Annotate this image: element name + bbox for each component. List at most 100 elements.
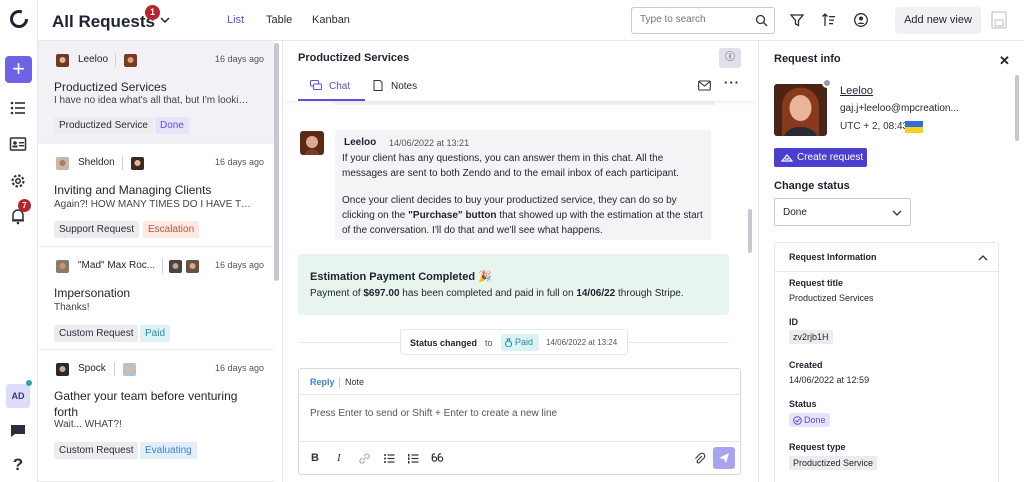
list-icon[interactable]	[9, 99, 27, 117]
list-item[interactable]: Spock 16 days ago Gather your team befor…	[38, 350, 274, 482]
request-date: 16 days ago	[214, 54, 264, 64]
mail-icon[interactable]	[698, 80, 711, 91]
contacts-icon[interactable]	[9, 135, 27, 153]
message-text: If your client has any questions, you ca…	[342, 153, 679, 179]
status-change-event: Status changed to Paid 14/06/2022 at 13:…	[400, 329, 628, 355]
left-rail: + 7 AD ?	[0, 0, 38, 482]
divider	[122, 156, 123, 170]
attachment-icon[interactable]	[693, 452, 706, 465]
field-value: Productized Service	[789, 456, 878, 470]
divider	[162, 259, 163, 273]
tab-table[interactable]: Table	[266, 14, 292, 26]
request-preview: Thanks!	[54, 302, 90, 313]
avatar	[124, 54, 137, 67]
info-icon[interactable]: ⓘ	[719, 48, 741, 68]
close-icon[interactable]: ✕	[999, 53, 1010, 69]
tab-list[interactable]: List	[227, 14, 244, 26]
more-icon[interactable]: ···	[724, 75, 740, 90]
chat-panel: got it. What happens next? Productized S…	[283, 41, 758, 482]
chevron-up-icon[interactable]	[978, 253, 988, 263]
notification-badge: 7	[18, 199, 31, 212]
gear-icon[interactable]	[9, 172, 27, 190]
type-tag: Productized Service	[54, 117, 153, 134]
presence-indicator	[822, 78, 832, 88]
tab-kanban[interactable]: Kanban	[312, 14, 350, 26]
chat-title: Productized Services	[298, 52, 410, 64]
tab-notes[interactable]: Notes	[372, 80, 417, 92]
title-badge: 1	[145, 5, 160, 20]
tab-notes-label: Notes	[391, 81, 418, 92]
document-icon	[373, 80, 383, 91]
panel-scrollbar[interactable]	[1015, 75, 1019, 141]
chat-message: Leeloo 14/06/2022 at 13:21 If your clien…	[335, 130, 711, 240]
type-tag: Custom Request	[54, 325, 139, 342]
search-icon[interactable]	[755, 14, 768, 27]
sort-icon[interactable]	[821, 12, 837, 28]
save-view-icon[interactable]	[990, 10, 1008, 30]
type-tag: Support Request	[54, 221, 140, 238]
help-icon[interactable]: ?	[9, 456, 27, 474]
create-icon	[781, 154, 793, 162]
ukraine-flag-icon	[905, 121, 923, 133]
page-title: All Requests	[52, 12, 155, 31]
search-box	[631, 7, 775, 34]
field-value: zv2rjb1H	[789, 330, 833, 344]
bullet-list-icon[interactable]	[383, 452, 396, 465]
message-composer: Reply Note Press Enter to send or Shift …	[298, 368, 741, 475]
list-item[interactable]: "Mad" Max Roc... 16 days ago Impersonati…	[38, 247, 274, 350]
message-input[interactable]: Press Enter to send or Shift + Enter to …	[310, 408, 557, 419]
field-label: Created	[789, 360, 823, 370]
request-subject: Gather your team before venturing forth	[54, 389, 238, 419]
chat-scrollbar[interactable]	[748, 209, 752, 253]
divider	[339, 377, 340, 388]
status-select-value: Done	[783, 207, 807, 218]
estimation-heading: Estimation Payment Completed 🎉	[310, 271, 492, 283]
logo-icon[interactable]	[9, 9, 29, 29]
estimation-card: Estimation Payment Completed 🎉 Payment o…	[298, 254, 729, 315]
quote-icon[interactable]	[431, 452, 444, 465]
field-value: 14/06/2022 at 12:59	[789, 375, 870, 385]
requester-name: Leeloo	[78, 54, 109, 65]
divider	[299, 441, 740, 442]
add-new-view-button[interactable]: Add new view	[895, 7, 981, 34]
status-change-time: 14/06/2022 at 13:24	[546, 338, 618, 347]
create-request-button[interactable]: Create request	[774, 148, 867, 167]
status-change-to: to	[485, 338, 493, 348]
chat-icon[interactable]	[9, 422, 27, 440]
numbered-list-icon[interactable]	[407, 452, 420, 465]
italic-icon[interactable]: I	[337, 452, 350, 465]
status-select[interactable]: Done	[774, 198, 911, 226]
divider	[115, 53, 116, 67]
request-subject: Productized Services	[54, 80, 167, 94]
link-icon[interactable]	[358, 452, 371, 465]
user-name-link[interactable]: Leeloo	[840, 85, 873, 97]
search-input[interactable]	[640, 14, 750, 25]
chevron-down-icon[interactable]	[159, 14, 171, 26]
list-item[interactable]: Leeloo 16 days ago Productized Services …	[38, 41, 274, 144]
add-button[interactable]: +	[5, 56, 32, 83]
message-author: Leeloo	[344, 137, 377, 148]
requester-name: "Mad" Max Roc...	[78, 260, 156, 271]
filter-icon[interactable]	[789, 12, 805, 28]
status-change-label: Status changed	[410, 338, 478, 348]
tab-chat[interactable]: Chat	[310, 80, 350, 92]
status-badge: Paid	[501, 334, 539, 351]
user-circle-icon[interactable]	[853, 12, 869, 28]
tab-note[interactable]: Note	[345, 377, 364, 387]
request-preview: Wait... WHAT?!	[54, 419, 122, 430]
request-date: 16 days ago	[214, 260, 264, 270]
list-scrollbar[interactable]	[274, 43, 279, 281]
list-item[interactable]: Sheldon 16 days ago Inviting and Managin…	[38, 144, 274, 247]
bold-icon[interactable]: B	[311, 452, 324, 465]
user-avatar[interactable]: AD	[6, 384, 30, 408]
avatar	[169, 260, 182, 273]
request-subject: Impersonation	[54, 286, 131, 300]
type-tag: Custom Request	[54, 442, 139, 459]
requester-name: Spock	[78, 363, 106, 374]
user-timezone: UTC + 2, 08:43	[840, 121, 909, 132]
status-badge: Done	[155, 117, 189, 134]
send-button[interactable]	[713, 447, 735, 469]
tab-reply[interactable]: Reply	[310, 377, 335, 387]
avatar	[56, 157, 69, 170]
chat-header: Productized Services ⓘ Chat Notes ···	[283, 41, 758, 101]
